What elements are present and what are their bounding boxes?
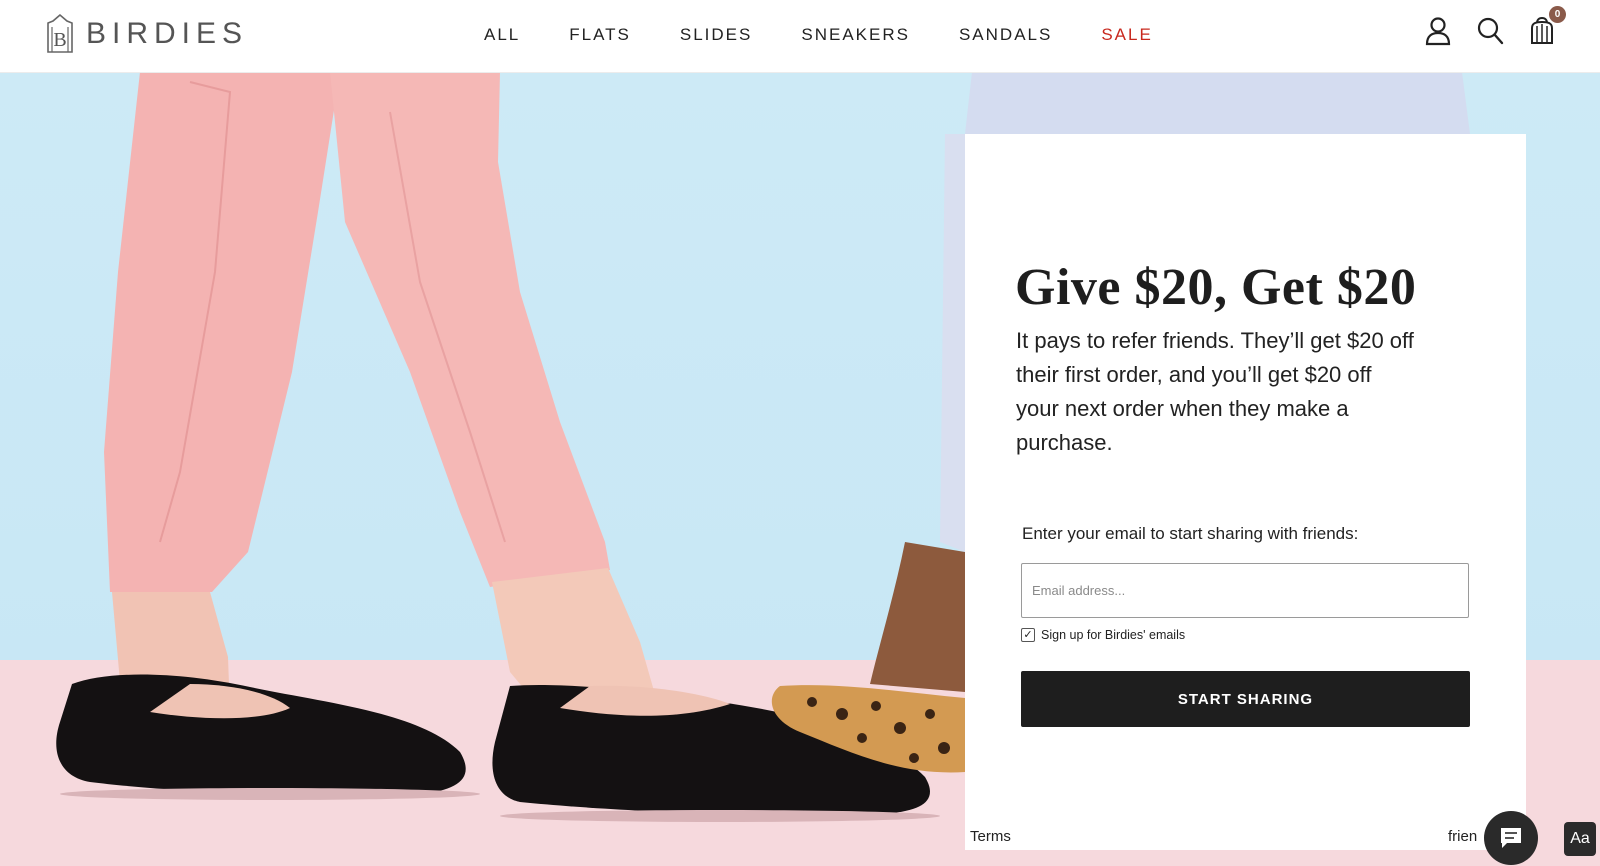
- chat-bubble-icon[interactable]: [1484, 811, 1538, 865]
- signup-checkbox[interactable]: ✓: [1021, 628, 1035, 642]
- nav-slides[interactable]: SLIDES: [680, 25, 752, 45]
- svg-text:B: B: [53, 29, 66, 51]
- cart-icon[interactable]: 0: [1526, 6, 1566, 48]
- terms-link[interactable]: Terms: [970, 828, 1011, 845]
- logo-text: BIRDIES: [86, 17, 249, 50]
- email-signup-row[interactable]: ✓ Sign up for Birdies' emails: [1021, 628, 1185, 642]
- nav-sandals[interactable]: SANDALS: [959, 25, 1052, 45]
- email-prompt: Enter your email to start sharing with f…: [1022, 524, 1359, 543]
- main-navigation: ALL FLATS SLIDES SNEAKERS SANDALS SALE: [484, 25, 1202, 45]
- site-header: B BIRDIES ALL FLATS SLIDES SNEAKERS SAND…: [0, 0, 1600, 73]
- birdies-logo[interactable]: B BIRDIES: [44, 13, 248, 55]
- friend-link-truncated[interactable]: frien: [1448, 828, 1477, 845]
- cart-count-badge: 0: [1549, 6, 1566, 23]
- account-icon[interactable]: [1422, 14, 1454, 48]
- header-actions: 0: [1422, 6, 1566, 48]
- birdcage-logo-icon: B: [47, 13, 73, 53]
- nav-flats[interactable]: FLATS: [569, 25, 631, 45]
- nav-all[interactable]: ALL: [484, 25, 520, 45]
- nav-sneakers[interactable]: SNEAKERS: [801, 25, 910, 45]
- referral-description: It pays to refer friends. They’ll get $2…: [1016, 328, 1414, 455]
- search-icon[interactable]: [1474, 14, 1506, 48]
- referral-title: Give $20, Get $20: [1015, 259, 1417, 316]
- signup-label: Sign up for Birdies' emails: [1041, 628, 1186, 642]
- referral-panel: Give $20, Get $20 It pays to refer frien…: [965, 134, 1526, 850]
- start-sharing-button[interactable]: START SHARING: [1021, 671, 1470, 727]
- email-field[interactable]: [1021, 563, 1469, 618]
- accessibility-button[interactable]: Aa: [1564, 822, 1596, 856]
- nav-sale[interactable]: SALE: [1101, 25, 1152, 45]
